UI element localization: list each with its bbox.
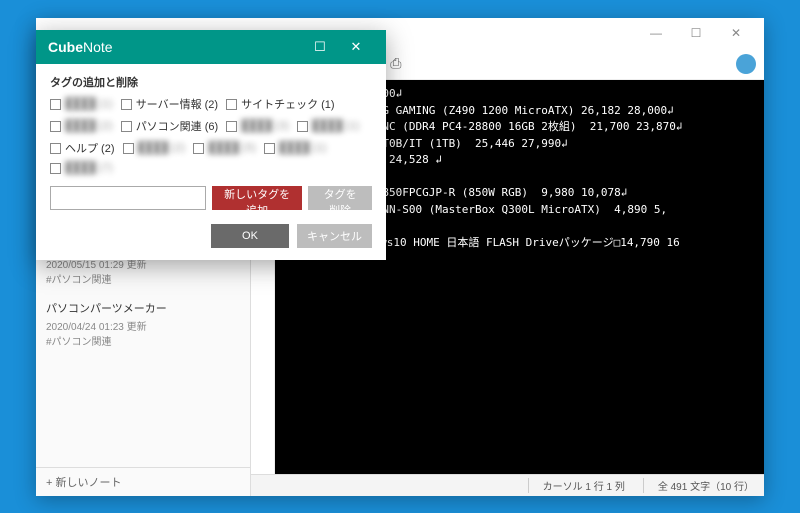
tag-input[interactable] xyxy=(50,186,206,210)
checkbox-icon xyxy=(226,121,237,132)
checkbox-icon xyxy=(123,143,134,154)
dialog-max-button[interactable]: ☐ xyxy=(302,39,338,55)
note-date: 2020/04/24 01:23 更新 xyxy=(46,318,240,333)
add-tag-button[interactable]: 新しいタグを追加 xyxy=(212,186,302,210)
tag-label: ████ (1) xyxy=(279,142,327,154)
checkbox-icon xyxy=(50,99,61,110)
cancel-button[interactable]: キャンセル xyxy=(297,224,372,248)
dialog-titlebar: CubeNote ☐ ✕ xyxy=(36,30,386,64)
tag-label: ████ (2) xyxy=(65,120,113,132)
print-icon[interactable]: ⎙ xyxy=(390,55,401,72)
tag-checkbox[interactable]: パソコン関連 (6) xyxy=(121,118,219,134)
tag-checkbox[interactable]: ████ (3) xyxy=(226,118,289,134)
char-count: 全 491 文字（10 行） xyxy=(643,478,754,493)
statusbar: カーソル 1 行 1 列 全 491 文字（10 行） xyxy=(251,474,764,496)
tag-label: ████ (3) xyxy=(241,120,289,132)
tag-label: ████ (1) xyxy=(312,120,360,132)
dialog-close-button[interactable]: ✕ xyxy=(338,39,374,55)
tag-checkbox[interactable]: ████ (2) xyxy=(123,140,186,156)
ok-button[interactable]: OK xyxy=(211,224,289,248)
dialog-heading: タグの追加と削除 xyxy=(50,74,372,90)
checkbox-icon xyxy=(50,163,61,174)
delete-tag-button[interactable]: タグを削除 xyxy=(308,186,372,210)
tag-checkbox[interactable]: ████ (7) xyxy=(50,162,113,174)
checkbox-icon xyxy=(121,99,132,110)
tag-dialog: CubeNote ☐ ✕ タグの追加と削除 ████ (1) サーバー情報 (2)… xyxy=(36,30,386,260)
tag-checkbox[interactable]: ████ (1) xyxy=(264,140,327,156)
checkbox-icon xyxy=(297,121,308,132)
tag-label: パソコン関連 (6) xyxy=(136,118,219,134)
checkbox-icon xyxy=(264,143,275,154)
checkbox-icon xyxy=(50,121,61,132)
tag-checkbox[interactable]: ████ (1) xyxy=(50,96,113,112)
tag-checkbox[interactable]: ████ (2) xyxy=(50,118,113,134)
window-min-button[interactable]: — xyxy=(636,26,676,40)
window-max-button[interactable]: ☐ xyxy=(676,26,716,40)
tag-label: ████ (1) xyxy=(65,98,113,110)
avatar[interactable] xyxy=(736,54,756,74)
tag-label: ████ (2) xyxy=(138,142,186,154)
tag-checkbox[interactable]: サイトチェック (1) xyxy=(226,96,335,112)
tag-checkbox[interactable]: ヘルプ (2) xyxy=(50,140,115,156)
note-tag: #パソコン関連 xyxy=(46,333,240,348)
new-note-button[interactable]: + 新しいノート xyxy=(36,467,250,496)
dialog-brand: CubeNote xyxy=(48,39,302,55)
window-close-button[interactable]: ✕ xyxy=(716,26,756,40)
tag-label: サーバー情報 (2) xyxy=(136,96,218,112)
tag-checkbox[interactable]: ████ (5) xyxy=(193,140,256,156)
tag-list: ████ (1) サーバー情報 (2) サイトチェック (1) ████ (2) パソコ… xyxy=(50,96,372,174)
checkbox-icon xyxy=(226,99,237,110)
tag-label: ヘルプ (2) xyxy=(65,140,115,156)
tag-label: ████ (5) xyxy=(208,142,256,154)
checkbox-icon xyxy=(193,143,204,154)
cursor-position: カーソル 1 行 1 列 xyxy=(528,478,625,493)
tag-checkbox[interactable]: ████ (1) xyxy=(297,118,360,134)
note-tag: #パソコン関連 xyxy=(46,271,240,286)
list-item[interactable]: パソコンパーツメーカー 2020/04/24 01:23 更新 #パソコン関連 xyxy=(36,292,250,354)
tag-label: ████ (7) xyxy=(65,162,113,174)
checkbox-icon xyxy=(121,121,132,132)
note-title: パソコンパーツメーカー xyxy=(46,300,240,316)
tag-checkbox[interactable]: サーバー情報 (2) xyxy=(121,96,218,112)
checkbox-icon xyxy=(50,143,61,154)
tag-label: サイトチェック (1) xyxy=(241,96,335,112)
